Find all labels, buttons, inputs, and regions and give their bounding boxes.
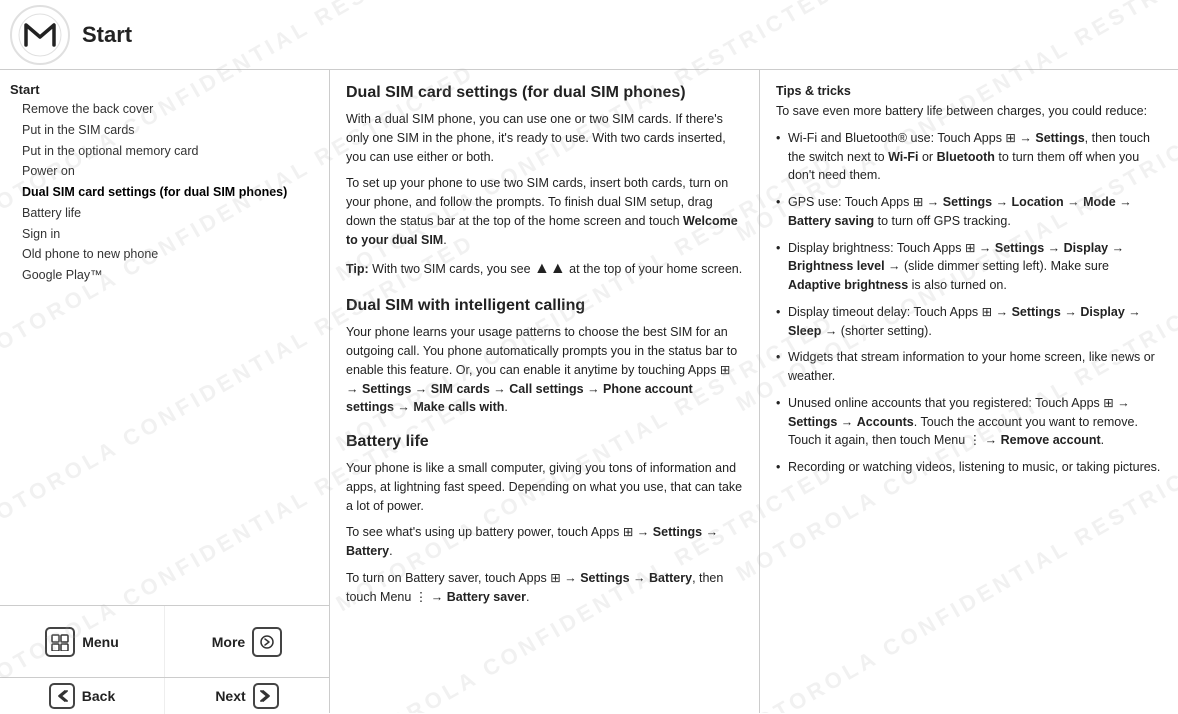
- sidebar-item-dual-sim[interactable]: Dual SIM card settings (for dual SIM pho…: [10, 182, 319, 203]
- sidebar-nav: Start Remove the back cover Put in the S…: [10, 82, 319, 605]
- tips-intro: To save even more battery life between c…: [776, 102, 1162, 121]
- menu-button[interactable]: Menu: [0, 606, 165, 677]
- sidebar-item-battery-life[interactable]: Battery life: [10, 203, 319, 224]
- tip-widgets: Widgets that stream information to your …: [776, 348, 1162, 386]
- dual-sim-tip: Tip: With two SIM cards, you see ▲▲ at t…: [346, 257, 743, 281]
- main-layout: Start Remove the back cover Put in the S…: [0, 70, 1178, 713]
- tip-brightness: Display brightness: Touch Apps ⊞ → Setti…: [776, 239, 1162, 295]
- dual-sim-calling-heading: Dual SIM with intelligent calling: [346, 297, 743, 315]
- tip-recording: Recording or watching videos, listening …: [776, 458, 1162, 477]
- tip-gps: GPS use: Touch Apps ⊞ → Settings → Locat…: [776, 193, 1162, 231]
- next-icon: [253, 683, 279, 709]
- right-panel: Tips & tricks To save even more battery …: [760, 70, 1178, 713]
- dual-sim-calling-para: Your phone learns your usage patterns to…: [346, 323, 743, 417]
- battery-see-para: To see what's using up battery power, to…: [346, 523, 743, 561]
- more-icon: [252, 627, 282, 657]
- dual-sim-heading: Dual SIM card settings (for dual SIM pho…: [346, 84, 743, 102]
- header: Start: [0, 0, 1178, 70]
- dual-sim-para1: With a dual SIM phone, you can use one o…: [346, 110, 743, 166]
- sidebar-item-google-play[interactable]: Google Play™: [10, 265, 319, 286]
- tips-title: Tips & tricks: [776, 84, 1162, 98]
- tip-accounts: Unused online accounts that you register…: [776, 394, 1162, 450]
- motorola-logo: [10, 5, 70, 65]
- page-title: Start: [82, 22, 132, 48]
- sidebar-item-old-phone[interactable]: Old phone to new phone: [10, 244, 319, 265]
- next-label: Next: [215, 688, 245, 704]
- tips-list: Wi-Fi and Bluetooth® use: Touch Apps ⊞ →…: [776, 129, 1162, 477]
- back-label: Back: [82, 688, 115, 704]
- sidebar-item-sign-in[interactable]: Sign in: [10, 224, 319, 245]
- dual-sim-para2: To set up your phone to use two SIM card…: [346, 174, 743, 249]
- battery-saver-para: To turn on Battery saver, touch Apps ⊞ →…: [346, 569, 743, 607]
- center-panel: Dual SIM card settings (for dual SIM pho…: [330, 70, 760, 713]
- tip-wifi: Wi-Fi and Bluetooth® use: Touch Apps ⊞ →…: [776, 129, 1162, 185]
- next-button[interactable]: Next: [165, 678, 329, 714]
- battery-life-heading: Battery life: [346, 433, 743, 451]
- battery-life-para: Your phone is like a small computer, giv…: [346, 459, 743, 515]
- menu-icon: [45, 627, 75, 657]
- more-button[interactable]: More: [165, 606, 329, 677]
- content-area: Dual SIM card settings (for dual SIM pho…: [330, 70, 1178, 713]
- sidebar-item-put-memory[interactable]: Put in the optional memory card: [10, 141, 319, 162]
- more-label: More: [212, 634, 245, 650]
- sidebar-section-title: Start: [10, 82, 319, 97]
- bottom-nav: Menu More: [0, 605, 329, 677]
- sidebar-item-remove-back-cover[interactable]: Remove the back cover: [10, 99, 319, 120]
- back-button[interactable]: Back: [0, 678, 165, 714]
- tip-timeout: Display timeout delay: Touch Apps ⊞ → Se…: [776, 303, 1162, 341]
- back-icon: [49, 683, 75, 709]
- sidebar-item-power-on[interactable]: Power on: [10, 161, 319, 182]
- sidebar-item-put-sim[interactable]: Put in the SIM cards: [10, 120, 319, 141]
- menu-label: Menu: [82, 634, 119, 650]
- bottom-nav-row2: Back Next: [0, 677, 329, 713]
- sidebar: Start Remove the back cover Put in the S…: [0, 70, 330, 713]
